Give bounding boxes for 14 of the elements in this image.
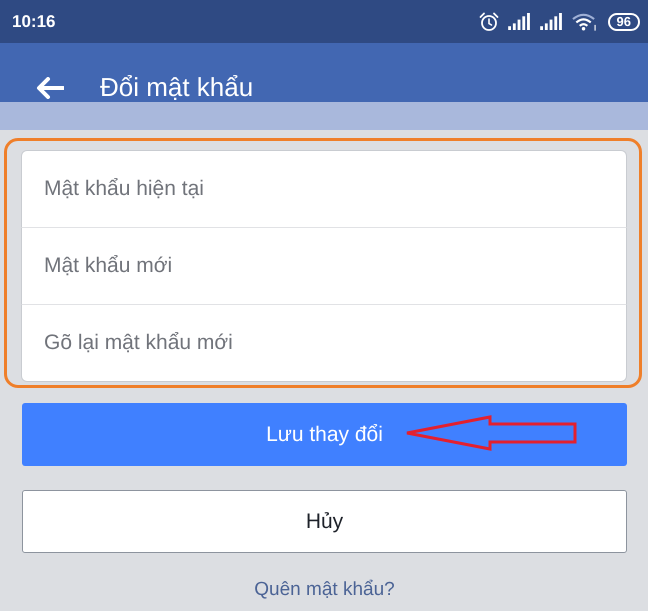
signal-icon <box>540 13 563 30</box>
battery-indicator: 96 <box>608 12 640 30</box>
save-button[interactable]: Lưu thay đổi <box>22 403 627 466</box>
back-arrow-icon[interactable] <box>36 76 64 98</box>
password-field[interactable]: Gõ lại mật khẩu mới <box>21 304 627 382</box>
password-field[interactable]: Mật khẩu mới <box>21 227 627 304</box>
status-time: 10:16 <box>12 12 56 32</box>
cancel-button[interactable]: Hủy <box>22 490 627 553</box>
page-title: Đổi mật khẩu <box>100 73 254 102</box>
alarm-clock-icon <box>478 12 499 32</box>
wifi-icon <box>572 12 597 30</box>
forgot-password-link[interactable]: Quên mật khẩu? <box>254 577 395 603</box>
password-field[interactable]: Mật khẩu hiện tại <box>21 150 627 227</box>
signal-icon <box>508 13 531 30</box>
